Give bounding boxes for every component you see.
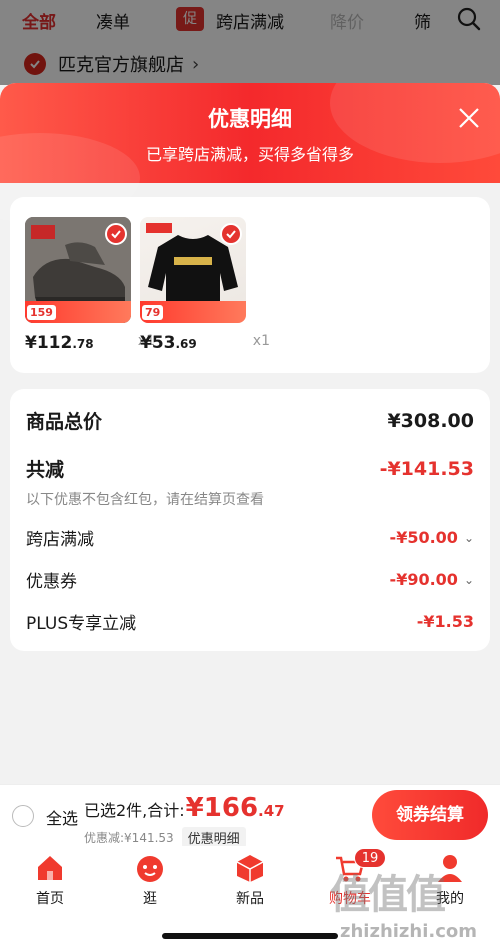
sheet-subtitle: 已享跨店满减，买得多省得多 xyxy=(145,145,354,164)
watermark-url: zhizhizhi.com xyxy=(340,921,478,942)
home-indicator[interactable] xyxy=(162,933,338,939)
checkout-button[interactable]: 领券结算 xyxy=(372,790,488,840)
product-image: 159 xyxy=(25,217,131,323)
check-icon[interactable] xyxy=(105,223,127,245)
selected-count-text: 已选2件,合计: xyxy=(84,801,185,820)
discount-summary: 优惠减:¥141.53 xyxy=(84,831,174,845)
total-amount: ¥166 xyxy=(185,793,259,823)
products-card: 159 ¥112 .78 x1 79 ¥53 .69 x1 xyxy=(10,197,490,373)
price-decimal: .69 xyxy=(175,337,197,351)
product-price: ¥112 .78 xyxy=(25,333,131,353)
browse-icon xyxy=(134,852,166,884)
discount-detail-button[interactable]: 优惠明细 xyxy=(181,827,246,848)
discount-label: 跨店满减 xyxy=(26,530,94,550)
price-decimal: .78 xyxy=(72,337,94,351)
product-price: ¥53 .69 xyxy=(140,333,246,353)
tab-label: 首页 xyxy=(36,891,64,907)
discount-label: 优惠券 xyxy=(26,572,77,592)
discount-row-coupon[interactable]: 优惠券 -¥90.00 ⌄ xyxy=(26,567,474,592)
price-integer: ¥112 xyxy=(25,333,73,353)
price-integer: ¥53 xyxy=(140,333,176,353)
promo-price-tag: 79 xyxy=(142,305,164,320)
total-reduction-label: 共减 xyxy=(26,459,65,481)
home-icon xyxy=(34,852,66,884)
discount-row-cross-store[interactable]: 跨店满减 -¥50.00 ⌄ xyxy=(26,525,474,550)
tab-label: 逛 xyxy=(143,891,157,907)
sheet-title: 优惠明细 xyxy=(208,107,292,131)
new-icon xyxy=(234,852,266,884)
tab-new[interactable]: 新品 xyxy=(210,852,290,908)
product-item[interactable]: 79 ¥53 .69 x1 xyxy=(140,217,270,353)
discount-value: -¥50.00 ⌄ xyxy=(390,528,474,547)
total-reduction-value: -¥141.53 xyxy=(379,457,474,480)
discount-amount: -¥90.00 xyxy=(389,570,458,589)
discount-value: -¥90.00 ⌄ xyxy=(390,570,474,589)
total-line: 已选2件,合计: ¥166 .47 xyxy=(84,793,285,823)
total-price-row: 商品总价 ¥308.00 xyxy=(26,407,474,434)
chevron-down-icon[interactable]: ⌄ xyxy=(464,531,474,545)
total-amount-decimal: .47 xyxy=(258,802,285,820)
price-summary-card: 商品总价 ¥308.00 共减 -¥141.53 以下优惠不包含红包，请在结算页… xyxy=(10,389,490,651)
discount-amount: -¥1.53 xyxy=(416,612,474,631)
discount-line: 优惠减:¥141.53 优惠明细 xyxy=(84,827,246,848)
promo-price-tag: 159 xyxy=(27,305,56,320)
total-price-value: ¥308.00 xyxy=(387,409,474,432)
redpacket-note: 以下优惠不包含红包，请在结算页查看 xyxy=(26,492,264,508)
product-image: 79 xyxy=(140,217,246,323)
chevron-down-icon[interactable]: ⌄ xyxy=(464,573,474,587)
product-quantity: x1 xyxy=(252,333,270,349)
select-all-label[interactable]: 全选 xyxy=(46,805,78,829)
sheet-header: 优惠明细 已享跨店满减，买得多省得多 xyxy=(0,83,500,223)
discount-label: PLUS专享立减 xyxy=(26,614,137,634)
close-icon[interactable] xyxy=(456,105,482,131)
check-icon[interactable] xyxy=(220,223,242,245)
total-reduction-row: 共减 -¥141.53 xyxy=(26,455,474,482)
tab-home[interactable]: 首页 xyxy=(10,852,90,908)
overlay-dim xyxy=(0,0,500,85)
tab-browse[interactable]: 逛 xyxy=(110,852,190,908)
discount-row-plus: PLUS专享立减 -¥1.53 xyxy=(26,609,474,634)
total-price-label: 商品总价 xyxy=(26,411,103,433)
tab-label: 新品 xyxy=(236,891,264,907)
checkout-bar: 全选 已选2件,合计: ¥166 .47 优惠减:¥141.53 优惠明细 领券… xyxy=(0,784,500,848)
discount-amount: -¥50.00 xyxy=(389,528,458,547)
watermark-logo: 值值值 xyxy=(330,872,446,918)
product-item[interactable]: 159 ¥112 .78 x1 xyxy=(25,217,155,353)
select-all-radio[interactable] xyxy=(12,805,34,827)
